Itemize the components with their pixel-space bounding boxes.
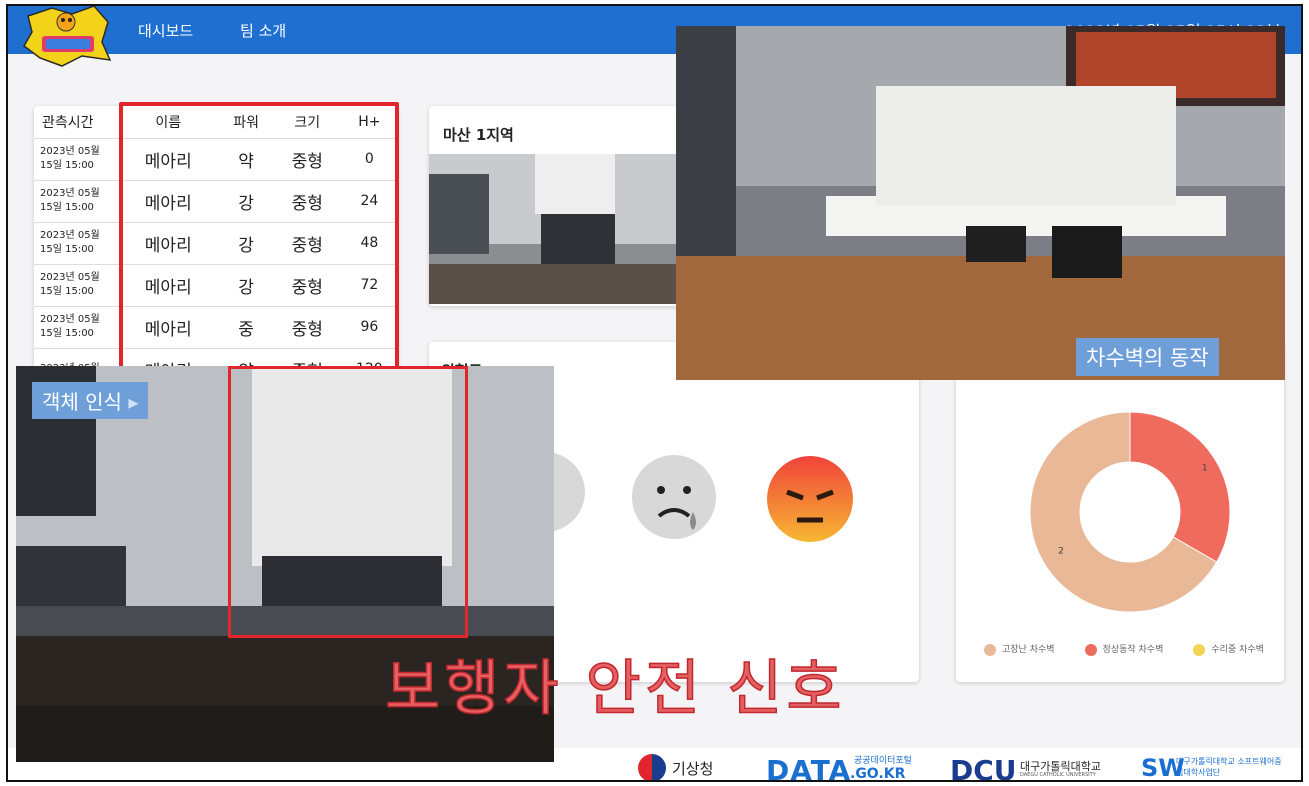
- cell-time: 2023년 05월 15일 15:00: [34, 305, 118, 348]
- dcu-name-en: DAEGU CATHOLIC UNIVERSITY: [1020, 772, 1096, 778]
- kma-logo[interactable]: 기상청: [638, 754, 713, 780]
- donut-legend: 고장난 차수벽 정상동작 차수벽 수리중 차수벽: [984, 642, 1264, 656]
- barrier-status-card: 12 고장난 차수벽 정상동작 차수벽 수리중 차수벽: [956, 342, 1284, 682]
- data-portal-domain: .GO.KR: [850, 766, 906, 782]
- cell-time: 2023년 05월 15일 15:00: [34, 221, 118, 264]
- col-header-time: 관측시간: [42, 114, 94, 131]
- nav-dashboard[interactable]: 대시보드: [138, 20, 193, 41]
- app-logo[interactable]: [22, 6, 112, 68]
- barrier-operation-video: 차수벽의 동작: [676, 26, 1285, 380]
- area-camera-card: 마산 1지역: [429, 106, 699, 306]
- crying-face-icon: [632, 455, 716, 539]
- sw-name: 대구가톨릭대학교 소프트웨어중심대학사업단: [1176, 757, 1282, 777]
- donut-slice-label: 2: [1058, 547, 1064, 557]
- cell-time: 2023년 05월 15일 15:00: [34, 179, 118, 222]
- cell-time: 2023년 05월 15일 15:00: [34, 263, 118, 306]
- legend-item-broken[interactable]: 고장난 차수벽: [984, 642, 1055, 656]
- area-camera-feed[interactable]: [429, 154, 699, 304]
- area-title: 마산 1지역: [443, 126, 514, 144]
- pedestrian-safety-caption: 보행자 안전 신호: [384, 653, 846, 725]
- legend-item-repair[interactable]: 수리중 차수벽: [1193, 642, 1264, 656]
- barrier-operation-caption: 차수벽의 동작: [1076, 338, 1219, 376]
- highlight-box: [119, 102, 399, 374]
- barrier-donut-chart: 12: [1029, 411, 1231, 613]
- legend-item-normal[interactable]: 정상동작 차수벽: [1084, 642, 1163, 656]
- data-portal-logo[interactable]: DATA: [766, 754, 851, 780]
- detection-box: [228, 366, 468, 638]
- donut-slice[interactable]: [1129, 411, 1231, 563]
- kma-emblem-icon: [638, 754, 666, 780]
- object-detection-caption: 객체 인식 ▸: [32, 382, 149, 419]
- angry-face-icon: [767, 456, 853, 542]
- dcu-logo[interactable]: DCU: [950, 754, 1017, 780]
- nav-team-intro[interactable]: 팀 소개: [240, 20, 286, 41]
- cell-time: 2023년 05월 15일 15:00: [34, 137, 118, 180]
- donut-slice-label: 1: [1202, 464, 1208, 474]
